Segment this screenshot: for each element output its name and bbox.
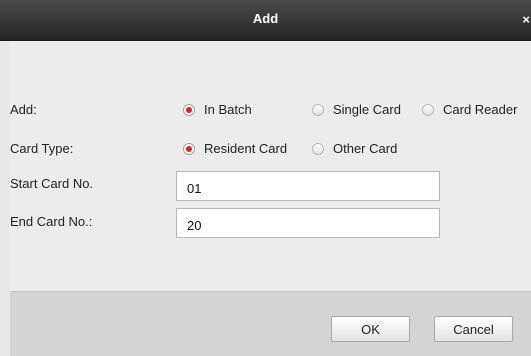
start-card-input[interactable] [176,171,440,201]
radio-other-card-button[interactable] [312,142,324,155]
radio-resident-card[interactable]: Resident Card [183,141,287,156]
radio-other-card[interactable]: Other Card [312,141,397,156]
radio-single-card-label: Single Card [333,102,401,117]
end-card-input[interactable] [176,208,440,238]
radio-single-card[interactable]: Single Card [312,102,401,117]
add-card-dialog: Add × Add: In Batch Single Card Card Rea… [0,0,531,356]
dialog-titlebar[interactable]: Add × [0,0,531,41]
card-type-label: Card Type: [10,141,74,156]
end-card-label: End Card No.: [10,214,93,229]
radio-other-card-label: Other Card [333,141,398,156]
ok-button[interactable]: OK [331,316,410,342]
radio-in-batch[interactable]: In Batch [183,102,252,117]
radio-card-reader-label: Card Reader [443,102,518,117]
radio-card-reader-button[interactable] [422,103,434,116]
add-label: Add: [10,102,37,117]
close-icon[interactable]: × [522,0,530,40]
radio-resident-card-label: Resident Card [204,141,288,156]
radio-card-reader[interactable]: Card Reader [422,102,517,117]
dialog-footer: OK Cancel [10,291,531,356]
start-card-label: Start Card No. [10,176,94,191]
radio-in-batch-button[interactable] [183,103,195,116]
dialog-title: Add [252,11,279,26]
radio-single-card-button[interactable] [312,103,324,116]
radio-in-batch-label: In Batch [204,102,252,117]
dialog-content: Add: In Batch Single Card Card Reader Ca… [10,41,531,291]
radio-resident-card-button[interactable] [183,142,195,155]
cancel-button[interactable]: Cancel [434,316,513,342]
